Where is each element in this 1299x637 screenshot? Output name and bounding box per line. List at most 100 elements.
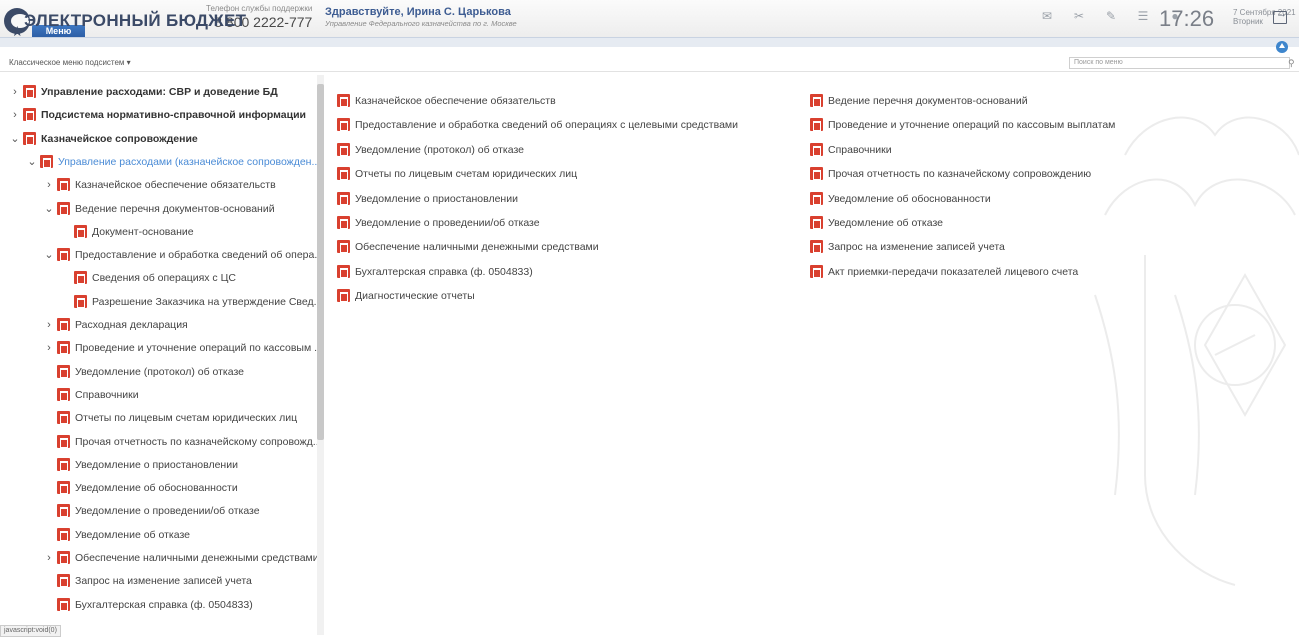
menu-link-label[interactable]: Обеспечение наличными денежными средства…: [355, 240, 599, 254]
menu-link-label[interactable]: Прочая отчетность по казначейскому сопро…: [828, 167, 1091, 181]
tree-item[interactable]: ⌄ Ведение перечня документов-оснований: [0, 201, 314, 217]
document-folder-icon: [57, 387, 70, 401]
mail-icon[interactable]: ✉: [1040, 10, 1054, 22]
menu-strip: [0, 37, 1299, 47]
tree-item-label[interactable]: Казначейское обеспечение обязательств: [75, 177, 276, 193]
chevron-right-icon[interactable]: ›: [44, 317, 54, 333]
logout-icon[interactable]: [1273, 8, 1287, 24]
chevron-right-icon[interactable]: ›: [44, 177, 54, 193]
document-folder-icon: [810, 167, 823, 181]
chevron-right-icon[interactable]: ›: [10, 107, 20, 123]
document-folder-icon: [337, 264, 350, 278]
tree-item-label[interactable]: Уведомление (протокол) об отказе: [75, 364, 244, 380]
tree-item-label[interactable]: Уведомление о проведении/об отказе: [75, 503, 260, 519]
tree-item[interactable]: › Подсистема нормативно-справочной информ…: [0, 107, 314, 123]
tree-item[interactable]: ⌄ Предоставление и обработка сведений об …: [0, 247, 323, 263]
tree-item[interactable]: Бухгалтерская справка (ф. 0504833): [0, 597, 314, 613]
tree-item-label[interactable]: Предоставление и обработка сведений об о…: [75, 247, 323, 263]
menu-link-label[interactable]: Уведомление об отказе: [828, 216, 943, 230]
document-folder-icon: [74, 271, 87, 285]
menu-link-label[interactable]: Уведомление об обоснованности: [828, 192, 991, 206]
tree-item[interactable]: Отчеты по лицевым счетам юридических лиц: [0, 410, 314, 426]
messages-icon[interactable]: ☰: [1136, 10, 1150, 22]
coat-of-arms-watermark: [1094, 116, 1299, 586]
tree-item-label[interactable]: Бухгалтерская справка (ф. 0504833): [75, 597, 253, 613]
menu-link-label[interactable]: Акт приемки-передачи показателей лицевог…: [828, 265, 1078, 279]
tree-item-label[interactable]: Запрос на изменение записей учета: [75, 573, 252, 589]
tree-item[interactable]: Разрешение Заказчика на утверждение Свед…: [0, 294, 322, 310]
tree-item-label[interactable]: Ведение перечня документов-оснований: [75, 201, 275, 217]
tree-item[interactable]: › Проведение и уточнение операций по касс…: [0, 340, 323, 356]
clock: 17:26: [1159, 6, 1215, 31]
user-name[interactable]: Здравствуйте, Ирина С. Царькова: [325, 6, 517, 18]
tree-item[interactable]: Сведения об операциях с ЦС: [0, 270, 314, 286]
chevron-down-icon[interactable]: ⌄: [27, 154, 37, 170]
menu-search-input[interactable]: Поиск по меню: [1069, 57, 1290, 69]
tree-item[interactable]: Документ-основание: [0, 224, 314, 240]
tree-item[interactable]: Запрос на изменение записей учета: [0, 573, 314, 589]
tree-item-label[interactable]: Сведения об операциях с ЦС: [92, 270, 236, 286]
document-folder-icon: [57, 551, 70, 564]
tree-item-label[interactable]: Отчеты по лицевым счетам юридических лиц: [75, 410, 297, 426]
menu-link-label[interactable]: Казначейское обеспечение обязательств: [355, 94, 556, 108]
tree-item-label[interactable]: Казначейское сопровождение: [41, 131, 198, 147]
chevron-right-icon[interactable]: ›: [10, 84, 20, 100]
chevron-right-icon[interactable]: ›: [44, 340, 54, 356]
tree-item[interactable]: › Казначейское обеспечение обязательств: [0, 177, 314, 193]
classic-menu-dropdown[interactable]: Классическое меню подсистем ▾: [9, 58, 131, 67]
tree-item-label[interactable]: Справочники: [75, 387, 139, 403]
chevron-down-icon[interactable]: ⌄: [10, 131, 20, 147]
menu-link-label[interactable]: Проведение и уточнение операций по кассо…: [828, 118, 1115, 132]
logo[interactable]: ЭЛЕКТРОННЫЙ БЮДЖЕТ: [4, 8, 246, 34]
document-folder-icon: [57, 411, 70, 425]
tree-item[interactable]: Уведомление о проведении/об отказе: [0, 503, 314, 519]
tree-item[interactable]: Уведомление о приостановлении: [0, 457, 314, 473]
tree-item-label[interactable]: Документ-основание: [92, 224, 194, 240]
document-folder-icon: [57, 434, 70, 448]
tree-item-label[interactable]: Управление расходами (казначейское сопро…: [58, 154, 320, 170]
tree-item-label[interactable]: Уведомление об обоснованности: [75, 480, 238, 496]
navigation-tree: › Управление расходами: СВР и доведение Б…: [0, 72, 323, 635]
tree-item[interactable]: ⌄ Казначейское сопровождение: [0, 131, 314, 147]
menu-link-label[interactable]: Справочники: [828, 143, 892, 157]
tree-item-label[interactable]: Разрешение Заказчика на утверждение Свед…: [92, 294, 322, 310]
tree-item[interactable]: Прочая отчетность по казначейскому сопро…: [0, 434, 322, 450]
search-icon[interactable]: ⚲: [1288, 58, 1295, 69]
tree-item-label[interactable]: Подсистема нормативно-справочной информа…: [41, 107, 306, 123]
tree-item[interactable]: Справочники: [0, 387, 314, 403]
document-folder-icon: [810, 216, 823, 229]
chevron-right-icon[interactable]: ›: [44, 550, 54, 566]
tree-item[interactable]: ⌄ Управление расходами (казначейское сопр…: [0, 154, 320, 170]
tree-item[interactable]: › Обеспечение наличными денежными средств…: [0, 550, 319, 566]
tree-item-label[interactable]: Проведение и уточнение операций по кассо…: [75, 340, 323, 356]
menu-link-label[interactable]: Ведение перечня документов-оснований: [828, 94, 1028, 108]
collapse-up-icon[interactable]: [1276, 41, 1288, 53]
document-folder-icon: [337, 94, 350, 107]
menu-link-label[interactable]: Уведомление о приостановлении: [355, 192, 518, 206]
menu-link-label[interactable]: Уведомление (протокол) об отказе: [355, 143, 524, 157]
tree-item[interactable]: › Управление расходами: СВР и доведение Б…: [0, 84, 314, 100]
tree-item-label[interactable]: Управление расходами: СВР и доведение БД: [41, 84, 278, 100]
tree-item[interactable]: Уведомление об отказе: [0, 527, 314, 543]
tree-item[interactable]: Уведомление об обоснованности: [0, 480, 314, 496]
menu-link-label[interactable]: Запрос на изменение записей учета: [828, 240, 1005, 254]
tree-item-label[interactable]: Расходная декларация: [75, 317, 188, 333]
tree-item[interactable]: Уведомление (протокол) об отказе: [0, 364, 314, 380]
edit-icon[interactable]: ✎: [1104, 10, 1118, 22]
status-bar: javascript:void(0): [0, 625, 61, 637]
menu-link-label[interactable]: Отчеты по лицевым счетам юридических лиц: [355, 167, 577, 181]
user-greeting[interactable]: Здравствуйте, Ирина С. Царькова Управлен…: [325, 6, 517, 28]
chevron-down-icon[interactable]: ⌄: [44, 247, 54, 263]
tree-item-label[interactable]: Уведомление об отказе: [75, 527, 190, 543]
tree-item-label[interactable]: Уведомление о приостановлении: [75, 457, 238, 473]
tree-item-label[interactable]: Прочая отчетность по казначейскому сопро…: [75, 434, 322, 450]
menu-link-label[interactable]: Диагностические отчеты: [355, 289, 475, 303]
chevron-down-icon[interactable]: ⌄: [44, 201, 54, 217]
tools-icon[interactable]: ✂: [1072, 10, 1086, 22]
menu-link-label[interactable]: Уведомление о проведении/об отказе: [355, 216, 540, 230]
tree-item[interactable]: › Расходная декларация: [0, 317, 314, 333]
menu-link-label[interactable]: Бухгалтерская справка (ф. 0504833): [355, 265, 533, 279]
tree-item-label[interactable]: Обеспечение наличными денежными средства…: [75, 550, 319, 566]
menu-link-label[interactable]: Предоставление и обработка сведений об о…: [355, 118, 738, 132]
scrollbar-thumb[interactable]: [317, 84, 324, 440]
